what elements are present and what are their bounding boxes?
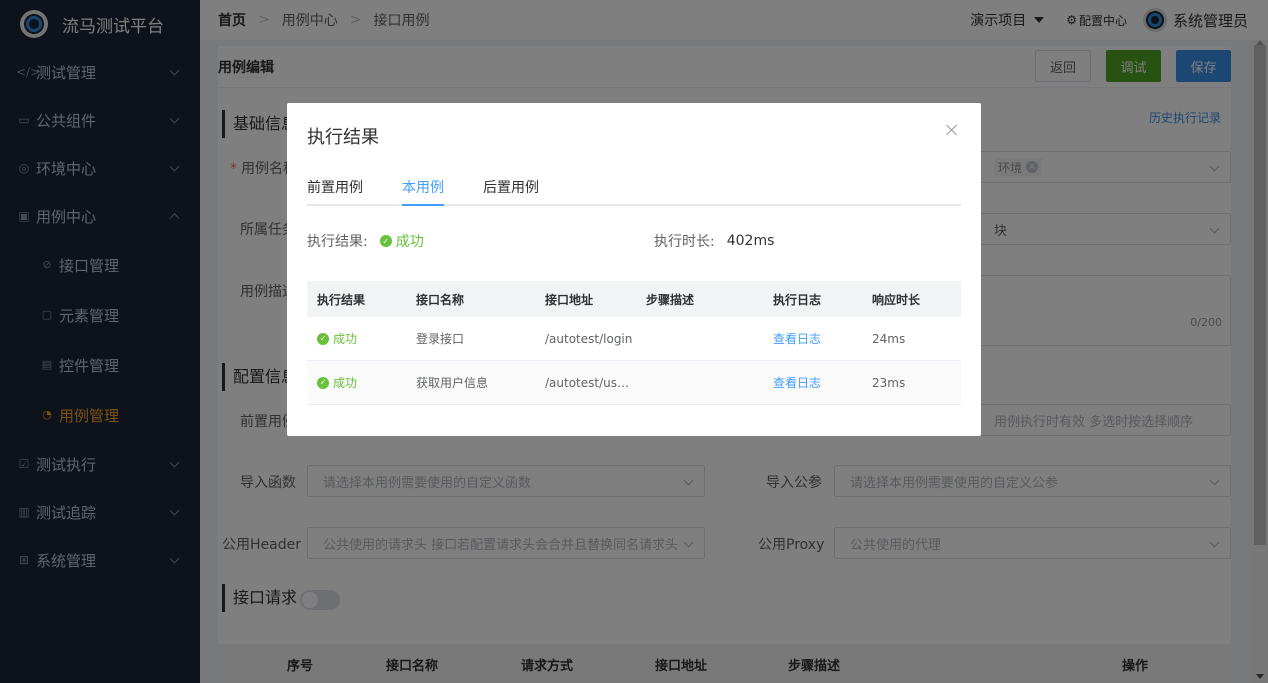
result-dialog: 执行结果 前置用例 本用例 后置用例 执行结果: ✓ 成功 执行时长: 402m… — [287, 103, 981, 436]
duration-value: 402ms — [726, 233, 775, 249]
row-response-time: 23ms — [872, 375, 906, 390]
result-table-header: 执行结果 接口名称 接口地址 步骤描述 执行日志 响应时长 — [307, 281, 961, 317]
success-check-icon: ✓ — [379, 235, 392, 247]
dialog-title: 执行结果 — [307, 127, 379, 148]
col-log: 执行日志 — [773, 292, 822, 307]
duration-label: 执行时长: — [654, 234, 715, 250]
success-check-icon: ✓ — [317, 376, 329, 389]
result-label: 执行结果: — [307, 234, 368, 250]
result-tabs: 前置用例 本用例 后置用例 — [307, 173, 961, 206]
col-api-name: 接口名称 — [416, 292, 465, 307]
row-response-time: 24ms — [872, 331, 906, 346]
overall-duration: 执行时长: 402ms — [654, 231, 774, 251]
row-api-name: 登录接口 — [416, 332, 465, 346]
tab-pre-case[interactable]: 前置用例 — [307, 177, 363, 206]
row-url: /autotest/login — [545, 331, 633, 346]
row-step-desc — [646, 317, 756, 360]
col-step-desc: 步骤描述 — [646, 292, 695, 307]
status-text: 成功 — [333, 376, 358, 390]
result-table: 执行结果 接口名称 接口地址 步骤描述 执行日志 响应时长 ✓ 成功 登录接口 /… — [307, 281, 961, 405]
tab-this-case[interactable]: 本用例 — [402, 177, 444, 206]
close-icon[interactable] — [945, 123, 959, 137]
tab-post-case[interactable]: 后置用例 — [483, 177, 539, 206]
col-result: 执行结果 — [317, 292, 366, 307]
row-step-desc — [646, 361, 756, 404]
success-check-icon: ✓ — [317, 332, 329, 345]
active-tab-indicator — [402, 204, 444, 206]
col-url: 接口地址 — [545, 292, 594, 307]
status-text: 成功 — [333, 332, 358, 346]
table-row: ✓ 成功 获取用户信息 /autotest/us… 查看日志 23ms — [307, 361, 961, 405]
row-url: /autotest/us… — [545, 375, 629, 390]
result-value: 成功 — [395, 234, 424, 250]
overall-result: 执行结果: ✓ 成功 — [307, 231, 424, 251]
view-log-link[interactable]: 查看日志 — [773, 361, 863, 404]
row-status: ✓ 成功 — [317, 361, 407, 404]
row-api-name: 获取用户信息 — [416, 376, 489, 390]
view-log-link[interactable]: 查看日志 — [773, 317, 863, 360]
col-response-time: 响应时长 — [872, 292, 921, 307]
table-row: ✓ 成功 登录接口 /autotest/login 查看日志 24ms — [307, 317, 961, 361]
row-status: ✓ 成功 — [317, 317, 407, 360]
